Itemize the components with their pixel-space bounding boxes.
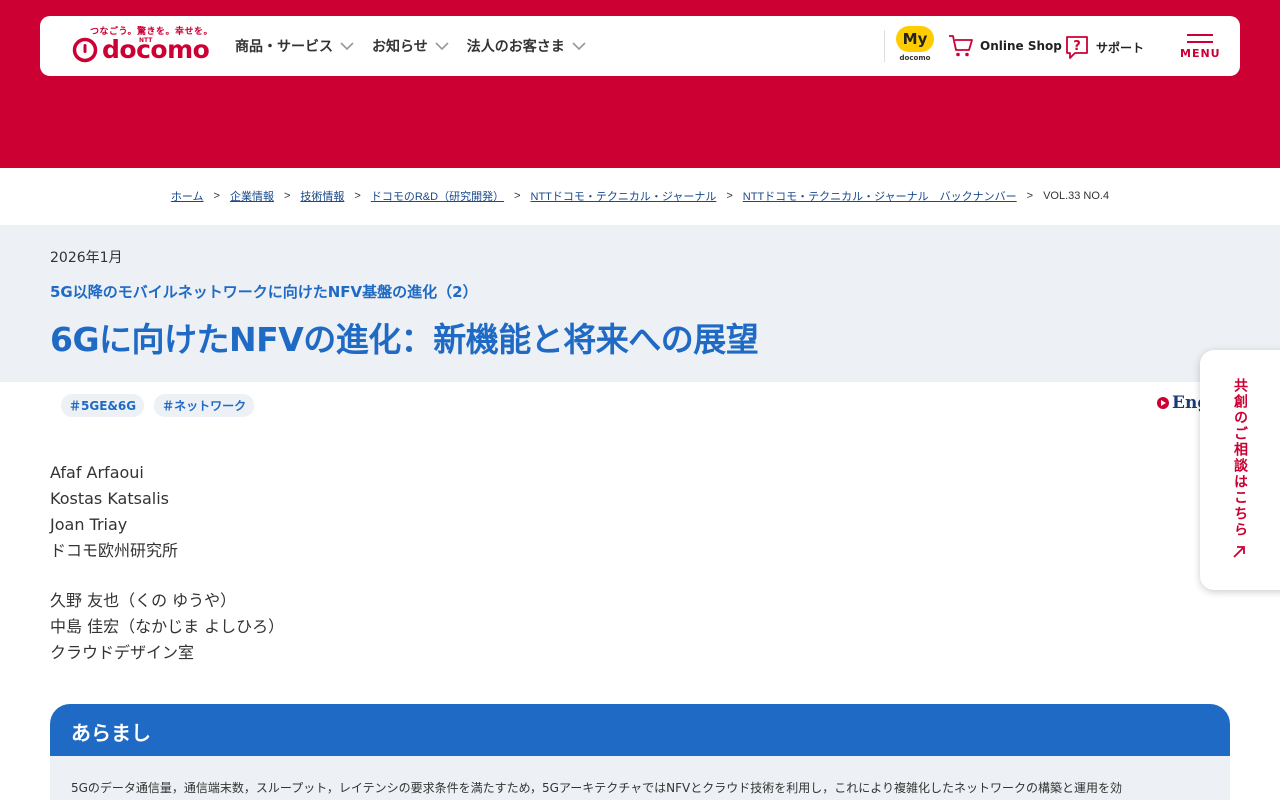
docomo-mark-icon xyxy=(72,37,98,63)
author-name: Kostas Katsalis xyxy=(50,489,169,508)
header-divider xyxy=(884,30,885,62)
menu-label: MENU xyxy=(1180,47,1221,60)
play-circle-icon xyxy=(1157,397,1169,409)
breadcrumb: ホーム > 企業情報 > 技術情報 > ドコモのR&D（研究開発） > NTTド… xyxy=(0,188,1280,204)
breadcrumb-separator: > xyxy=(213,190,220,202)
logo-wordmark: docomo xyxy=(72,35,210,64)
site-header: つなごう。驚きを。幸せを。 NTT docomo 商品・サービス お知らせ 法人… xyxy=(40,16,1240,76)
author-name: Joan Triay xyxy=(50,515,128,534)
author-name: 中島 佳宏（なかじま よしひろ） xyxy=(50,617,285,636)
docomo-logo[interactable]: つなごう。驚きを。幸せを。 NTT docomo xyxy=(72,24,212,70)
breadcrumb-separator: > xyxy=(283,190,291,202)
author-affiliation: クラウドデザイン室 xyxy=(50,643,195,662)
article-title-band: 2026年1月 5G以降のモバイルネットワークに向けたNFV基盤の進化（2） 6… xyxy=(0,225,1280,382)
online-shop-link[interactable]: Online Shop xyxy=(948,34,1062,58)
breadcrumb-separator: > xyxy=(514,190,521,202)
nav-business[interactable]: 法人のお客さま xyxy=(467,36,586,56)
tag-network[interactable]: ＃ネットワーク xyxy=(154,394,255,417)
publication-date: 2026年1月 xyxy=(50,250,123,266)
arrow-up-right-icon xyxy=(1233,546,1245,558)
summary-text: 5Gのデータ通信量，通信端末数，スループット，レイテンシの要求条件を満たすため，… xyxy=(71,781,1122,795)
author-group-europe: Afaf Arfaoui Kostas Katsalis Joan Triay … xyxy=(50,460,284,564)
breadcrumb-separator: > xyxy=(726,190,733,202)
my-badge: My xyxy=(896,26,934,52)
logo-text: docomo xyxy=(102,35,210,64)
global-nav: 商品・サービス お知らせ 法人のお客さま xyxy=(235,36,586,56)
tag-list: ＃5GE&6G ＃ネットワーク xyxy=(61,394,255,417)
online-shop-label: Online Shop xyxy=(980,39,1062,53)
nav-news[interactable]: お知らせ xyxy=(372,36,449,56)
breadcrumb-current: VOL.33 NO.4 xyxy=(1043,190,1110,202)
consult-label: 共創のご相談はこちら xyxy=(1232,378,1248,538)
author-name: Afaf Arfaoui xyxy=(50,463,144,482)
nav-news-label: お知らせ xyxy=(372,39,428,55)
breadcrumb-journal[interactable]: NTTドコモ・テクニカル・ジャーナル xyxy=(531,188,717,204)
chevron-down-icon xyxy=(572,42,586,50)
summary-heading: あらまし xyxy=(71,721,151,745)
nav-products-label: 商品・サービス xyxy=(235,39,333,55)
breadcrumb-rd[interactable]: ドコモのR&D（研究開発） xyxy=(371,188,504,204)
chevron-down-icon xyxy=(340,42,354,50)
author-list: Afaf Arfaoui Kostas Katsalis Joan Triay … xyxy=(50,460,284,666)
my-sub-label: docomo xyxy=(899,54,931,62)
breadcrumb-separator: > xyxy=(354,190,361,202)
breadcrumb-corporate[interactable]: 企業情報 xyxy=(230,188,274,204)
my-docomo-button[interactable]: My docomo xyxy=(895,26,935,68)
cart-icon xyxy=(949,35,973,57)
breadcrumb-backnumber[interactable]: NTTドコモ・テクニカル・ジャーナル バックナンバー xyxy=(743,188,1017,204)
author-group-cloud: 久野 友也（くの ゆうや） 中島 佳宏（なかじま よしひろ） クラウドデザイン室 xyxy=(50,588,284,666)
help-bubble-icon: ? xyxy=(1066,36,1088,59)
author-name: 久野 友也（くの ゆうや） xyxy=(50,591,237,610)
hamburger-icon xyxy=(1180,34,1220,43)
summary-body: 5Gのデータ通信量，通信端末数，スループット，レイテンシの要求条件を満たすため，… xyxy=(50,756,1230,800)
support-label: サポート xyxy=(1096,40,1145,55)
author-affiliation: ドコモ欧州研究所 xyxy=(50,541,179,560)
breadcrumb-home[interactable]: ホーム xyxy=(171,188,204,204)
menu-button[interactable]: MENU xyxy=(1180,34,1220,60)
nav-products[interactable]: 商品・サービス xyxy=(235,36,354,56)
support-link[interactable]: ? サポート xyxy=(1064,34,1144,60)
tag-5ge-6g[interactable]: ＃5GE&6G xyxy=(61,394,145,417)
breadcrumb-technology[interactable]: 技術情報 xyxy=(300,188,344,204)
svg-text:?: ? xyxy=(1073,39,1081,54)
chevron-down-icon xyxy=(435,42,449,50)
nav-business-label: 法人のお客さま xyxy=(466,39,565,55)
series-title: 5G以降のモバイルネットワークに向けたNFV基盤の進化（2） xyxy=(50,283,478,301)
page-title: 6Gに向けたNFVの進化：新機能と将来への展望 xyxy=(50,320,759,359)
consult-side-tab[interactable]: 共創のご相談はこちら xyxy=(1200,350,1280,590)
breadcrumb-separator: > xyxy=(1026,190,1034,202)
summary-header: あらまし xyxy=(50,704,1230,756)
